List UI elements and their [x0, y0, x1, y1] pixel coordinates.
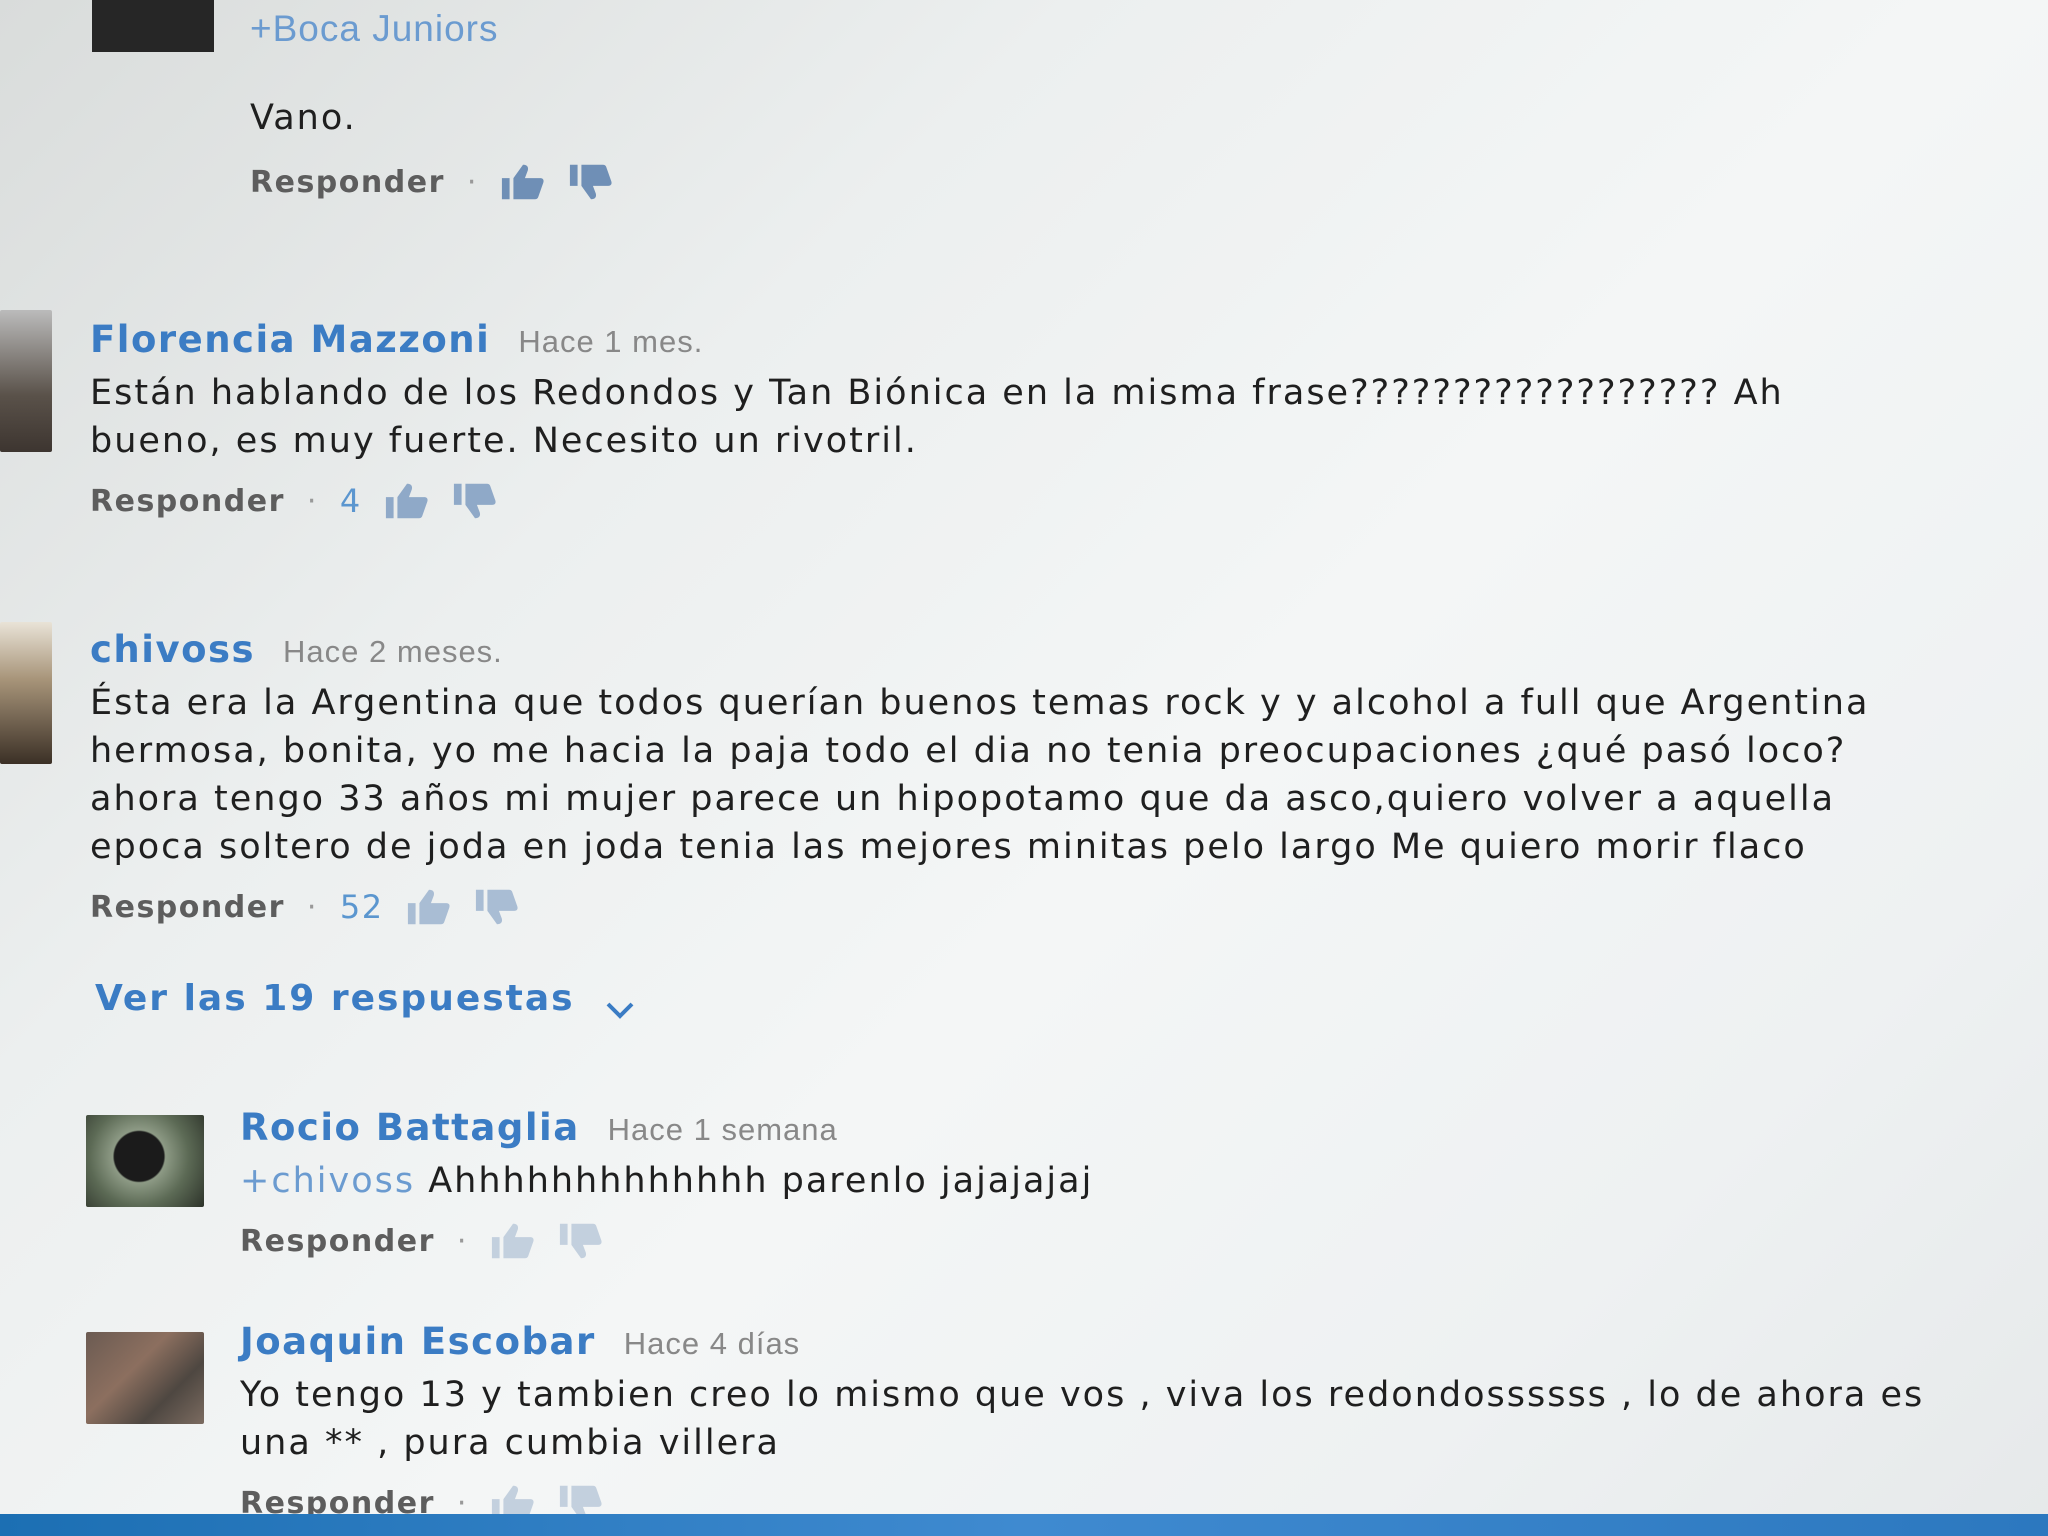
avatar[interactable]	[86, 1115, 204, 1207]
like-count: 52	[339, 888, 384, 926]
reply-button[interactable]: Responder	[90, 484, 285, 519]
comment-chivoss: chivoss Hace 2 meses. Ésta era la Argenti…	[90, 628, 2010, 927]
comment-line: epoca soltero de joda en joda tenia las …	[90, 827, 1807, 867]
comment-florencia: Florencia Mazzoni Hace 1 mes. Están habla…	[90, 318, 1990, 521]
comment-actions: Responder · 4	[90, 481, 1990, 521]
reply-line: Ahhhhhhhhhhhhh parenlo jajajajaj	[415, 1161, 1094, 1201]
comment-line: ahora tengo 33 años mi mujer parece un h…	[90, 779, 1836, 819]
comment-text: Ésta era la Argentina que todos querían …	[90, 679, 2010, 871]
comment-time[interactable]: Hace 1 mes.	[518, 324, 703, 359]
reply-button[interactable]: Responder	[250, 165, 445, 200]
comment-line: bueno, es muy fuerte. Necesito un rivotr…	[90, 421, 918, 461]
thumbs-up-icon[interactable]	[384, 481, 430, 521]
reply-author[interactable]: Rocio Battaglia	[240, 1106, 580, 1149]
reply-button[interactable]: Responder	[240, 1224, 435, 1259]
comment-author[interactable]: chivoss	[90, 628, 255, 671]
thumbs-up-icon[interactable]	[406, 887, 452, 927]
mention-link[interactable]: +Boca Juniors	[250, 8, 614, 50]
reply-line: una ** , pura cumbia villera	[240, 1423, 780, 1463]
comment-line: Están hablando de los Redondos y Tan Bió…	[90, 373, 1784, 413]
thumbs-down-icon[interactable]	[568, 162, 614, 202]
like-count: 4	[339, 482, 362, 520]
reply-text: Yo tengo 13 y tambien creo lo mismo que …	[240, 1371, 2020, 1467]
comments-page: +Boca Juniors Vano. Responder · Florenci…	[0, 0, 2048, 1536]
separator-dot: ·	[306, 889, 318, 925]
avatar[interactable]	[0, 310, 52, 452]
comment-line: hermosa, bonita, yo me hacia la paja tod…	[90, 731, 1847, 771]
separator-dot: ·	[306, 483, 318, 519]
comment-line: Ésta era la Argentina que todos querían …	[90, 683, 1870, 723]
thumbs-up-icon[interactable]	[490, 1221, 536, 1261]
separator-dot: ·	[456, 1223, 468, 1259]
comment-text: Vano.	[250, 98, 357, 138]
reply-author[interactable]: Joaquin Escobar	[240, 1320, 596, 1363]
thumbs-up-icon[interactable]	[500, 162, 546, 202]
avatar[interactable]	[86, 1332, 204, 1424]
view-replies-label: Ver las 19 respuestas	[95, 978, 575, 1019]
avatar[interactable]	[0, 622, 52, 764]
mention-link[interactable]: +chivoss	[240, 1161, 415, 1201]
thumbs-down-icon[interactable]	[474, 887, 520, 927]
comment-actions: Responder · 52	[90, 887, 2010, 927]
comment-text: Están hablando de los Redondos y Tan Bió…	[90, 369, 1990, 465]
separator-dot: ·	[466, 164, 478, 200]
thumbs-down-icon[interactable]	[452, 481, 498, 521]
chevron-down-icon	[605, 989, 635, 1019]
comment-time[interactable]: Hace 2 meses.	[283, 634, 503, 669]
thumbs-down-icon[interactable]	[558, 1221, 604, 1261]
reply-time[interactable]: Hace 4 días	[624, 1326, 800, 1361]
reply-rocio: Rocio Battaglia Hace 1 semana +chivoss Ah…	[240, 1106, 2020, 1261]
reply-line: Yo tengo 13 y tambien creo lo mismo que …	[240, 1375, 1925, 1415]
reply-text: +chivoss Ahhhhhhhhhhhhh parenlo jajajaja…	[240, 1157, 2020, 1205]
reply-button[interactable]: Responder	[90, 890, 285, 925]
comment-top-partial: +Boca Juniors Vano. Responder ·	[250, 8, 614, 202]
comment-author[interactable]: Florencia Mazzoni	[90, 318, 490, 361]
taskbar[interactable]	[0, 1514, 2048, 1536]
comment-actions: Responder ·	[250, 162, 614, 202]
avatar[interactable]	[92, 0, 214, 52]
reply-joaquin: Joaquin Escobar Hace 4 días Yo tengo 13 y…	[240, 1320, 2020, 1523]
view-replies-button[interactable]: Ver las 19 respuestas	[95, 978, 635, 1019]
reply-time[interactable]: Hace 1 semana	[608, 1112, 838, 1147]
reply-actions: Responder ·	[240, 1221, 2020, 1261]
